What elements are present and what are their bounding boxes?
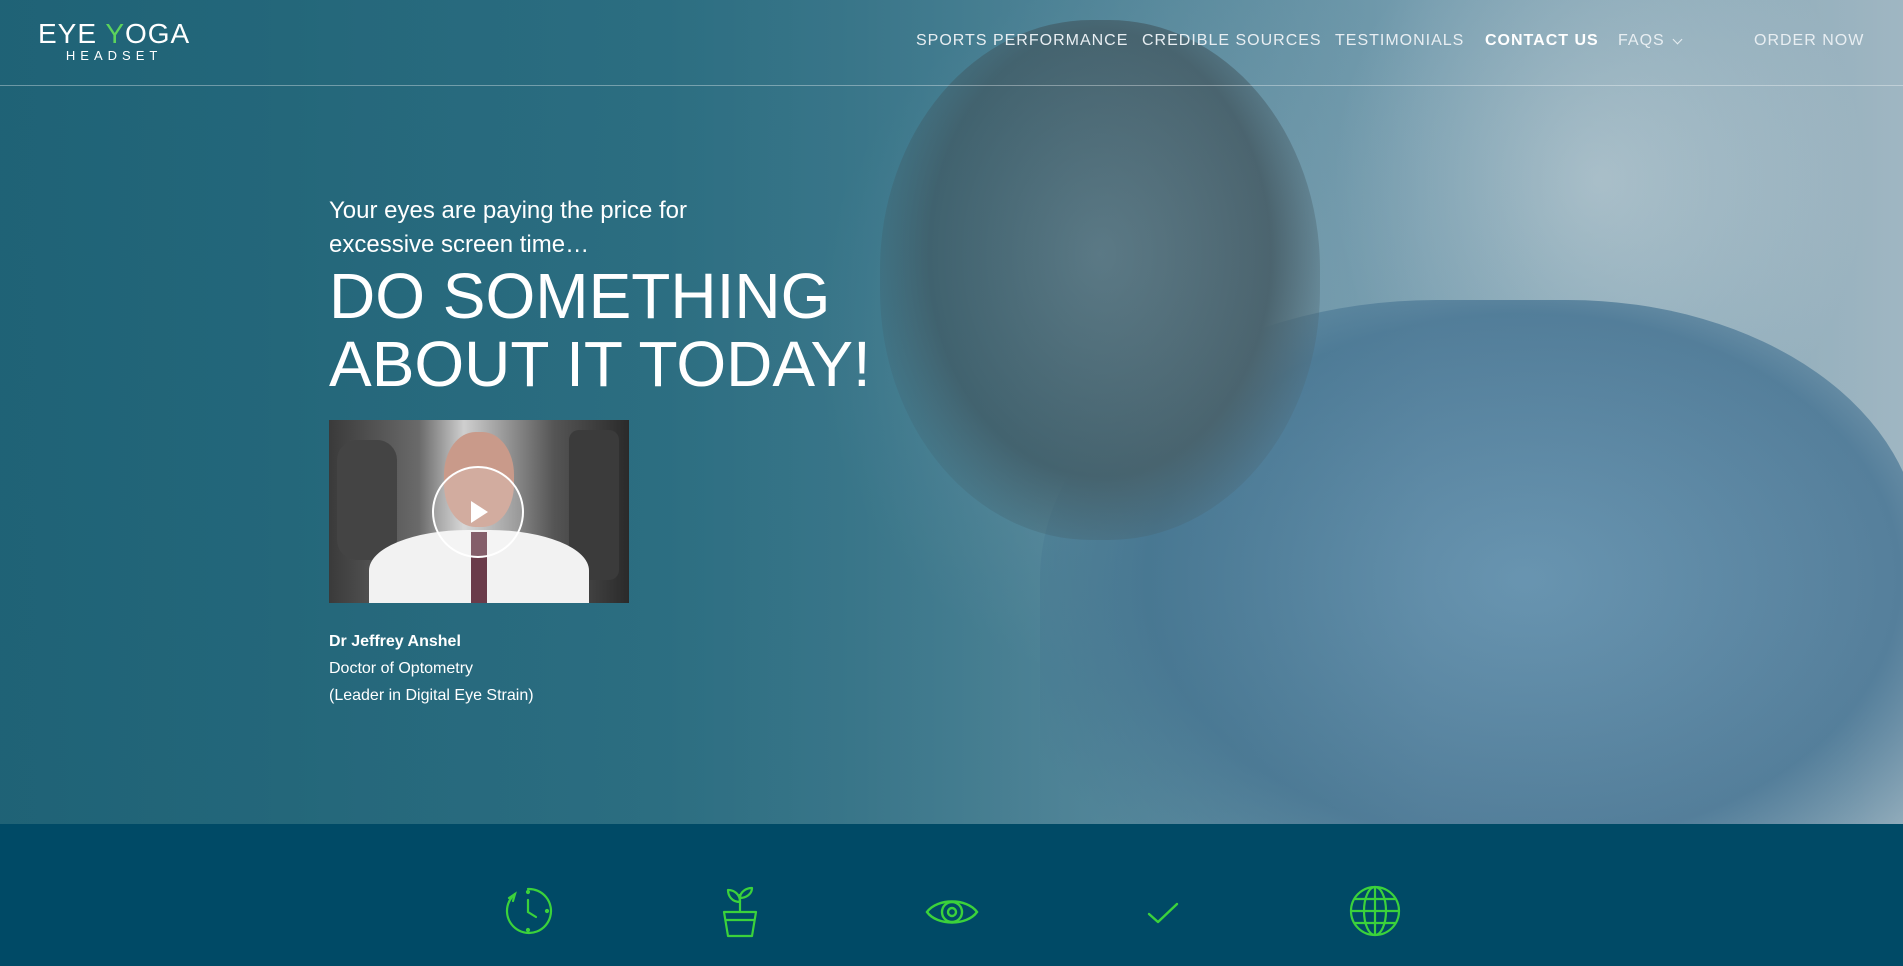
nav-contact-us[interactable]: CONTACT US — [1485, 32, 1599, 50]
logo[interactable]: EYE YOGA HEADSET — [38, 20, 190, 63]
globe-icon — [1348, 884, 1402, 938]
video-thumbnail[interactable] — [329, 420, 629, 603]
chevron-down-icon[interactable] — [1672, 34, 1683, 45]
hero-headline-line2: ABOUT IT TODAY! — [329, 328, 871, 400]
clock-refresh-icon — [501, 884, 555, 938]
hero-headline-line1: DO SOMETHING — [329, 260, 831, 332]
hero-section — [0, 0, 1903, 824]
nav-sports-performance[interactable]: SPORTS PERFORMANCE — [916, 32, 1128, 50]
logo-text-y: Y — [105, 18, 125, 49]
order-now-button[interactable]: ORDER NOW — [1754, 32, 1864, 50]
doctor-credit: Dr Jeffrey Anshel Doctor of Optometry (L… — [329, 628, 534, 709]
eye-icon — [925, 884, 979, 938]
nav-credible-sources[interactable]: CREDIBLE SOURCES — [1142, 32, 1322, 50]
logo-wordmark: EYE YOGA — [38, 20, 190, 48]
doctor-name: Dr Jeffrey Anshel — [329, 633, 461, 650]
nav-testimonials[interactable]: TESTIMONIALS — [1335, 32, 1464, 50]
logo-subtitle: HEADSET — [65, 48, 163, 63]
hero-tagline: Your eyes are paying the price for exces… — [329, 197, 687, 258]
plant-pot-icon — [716, 884, 764, 938]
hero-headline: DO SOMETHING ABOUT IT TODAY! — [329, 262, 949, 398]
doctor-note: (Leader in Digital Eye Strain) — [329, 687, 534, 704]
logo-text-oga: OGA — [125, 18, 191, 49]
nav-faqs[interactable]: FAQS — [1618, 32, 1665, 50]
doctor-title: Doctor of Optometry — [329, 660, 474, 677]
play-icon — [471, 501, 488, 523]
top-navbar: EYE YOGA HEADSET SPORTS PERFORMANCE CRED… — [0, 0, 1903, 86]
checkmark-icon — [1146, 884, 1180, 938]
video-equipment-left — [337, 440, 397, 560]
play-button[interactable] — [432, 466, 524, 558]
logo-text-eye: EYE — [38, 18, 106, 49]
hero-overlay — [0, 0, 1903, 824]
